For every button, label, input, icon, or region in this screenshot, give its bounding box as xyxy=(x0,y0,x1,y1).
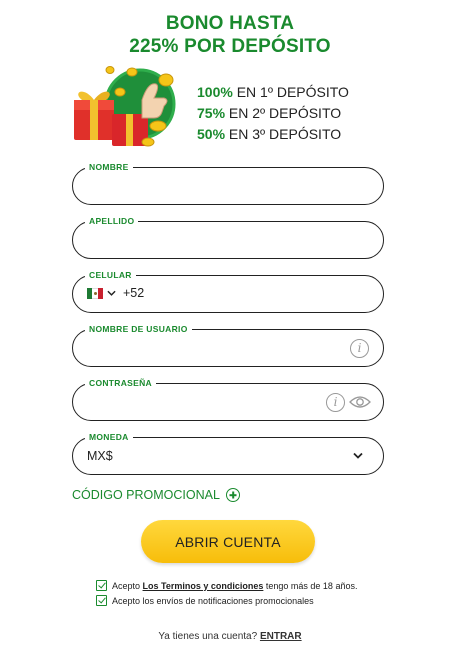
bonus-tier: 50% EN 3º DEPÓSITO xyxy=(197,124,349,145)
password-label: CONTRASEÑA xyxy=(85,377,156,389)
plus-circle-icon xyxy=(225,488,240,502)
mexico-flag-icon xyxy=(87,287,103,299)
dial-code: +52 xyxy=(123,286,145,300)
bonus-percent: 75% xyxy=(197,105,226,121)
bonus-percent: 50% xyxy=(197,126,226,142)
gift-promo-illustration xyxy=(74,66,176,147)
bonus-tier: 75% EN 2º DEPÓSITO xyxy=(197,103,349,124)
terms-checkbox[interactable] xyxy=(96,580,107,591)
bonus-tiers-list: 100% EN 1º DEPÓSITO 75% EN 2º DEPÓSITO 5… xyxy=(197,82,349,145)
info-icon[interactable]: i xyxy=(326,393,345,412)
terms-text: Acepto Los Terminos y condiciones tengo … xyxy=(112,581,357,591)
currency-label: MONEDA xyxy=(85,431,133,443)
bonus-text: EN 2º DEPÓSITO xyxy=(225,105,342,121)
phone-field[interactable]: CELULAR +52 xyxy=(72,269,384,313)
notifications-checkbox[interactable] xyxy=(96,595,107,606)
currency-value: MX$ xyxy=(87,449,113,463)
login-prompt-text: Ya tienes una cuenta? xyxy=(158,631,260,642)
terms-suffix: tengo más de 18 años. xyxy=(263,580,358,591)
bonus-tier: 100% EN 1º DEPÓSITO xyxy=(197,82,349,103)
last-name-field[interactable]: APELLIDO xyxy=(72,215,384,259)
login-link[interactable]: ENTRAR xyxy=(260,631,302,642)
terms-consent: Acepto Los Terminos y condiciones tengo … xyxy=(96,580,357,591)
username-label: NOMBRE DE USUARIO xyxy=(85,323,192,335)
bonus-headline: BONO HASTA 225% POR DEPÓSITO xyxy=(0,12,460,58)
notifications-text: Acepto los envíos de notificaciones prom… xyxy=(112,595,314,606)
headline-line-2: 225% POR DEPÓSITO xyxy=(129,36,331,57)
last-name-label: APELLIDO xyxy=(85,215,139,227)
terms-prefix: Acepto xyxy=(112,580,143,591)
currency-select[interactable]: MONEDA MX$ xyxy=(72,431,384,475)
chevron-down-icon xyxy=(353,452,363,459)
open-account-button[interactable]: ABRIR CUENTA xyxy=(141,520,315,563)
headline-line-1: BONO HASTA xyxy=(165,13,295,34)
eye-icon[interactable] xyxy=(349,394,371,410)
country-code-selector[interactable]: +52 xyxy=(87,286,144,300)
bonus-percent: 100% xyxy=(197,84,233,100)
login-prompt: Ya tienes una cuenta? ENTRAR xyxy=(0,631,460,642)
first-name-label: NOMBRE xyxy=(85,161,133,173)
password-field[interactable]: CONTRASEÑA i xyxy=(72,377,384,421)
first-name-field[interactable]: NOMBRE xyxy=(72,161,384,205)
info-icon[interactable]: i xyxy=(350,339,369,358)
notifications-consent: Acepto los envíos de notificaciones prom… xyxy=(96,595,314,606)
bonus-text: EN 1º DEPÓSITO xyxy=(232,84,349,100)
promo-code-toggle[interactable]: CÓDIGO PROMOCIONAL xyxy=(72,488,240,502)
phone-label: CELULAR xyxy=(85,269,136,281)
bonus-text: EN 3º DEPÓSITO xyxy=(225,126,342,142)
username-field[interactable]: NOMBRE DE USUARIO i xyxy=(72,323,384,367)
terms-link[interactable]: Los Terminos y condiciones xyxy=(143,581,264,591)
promo-code-label: CÓDIGO PROMOCIONAL xyxy=(72,488,220,502)
chevron-down-icon xyxy=(107,290,116,296)
